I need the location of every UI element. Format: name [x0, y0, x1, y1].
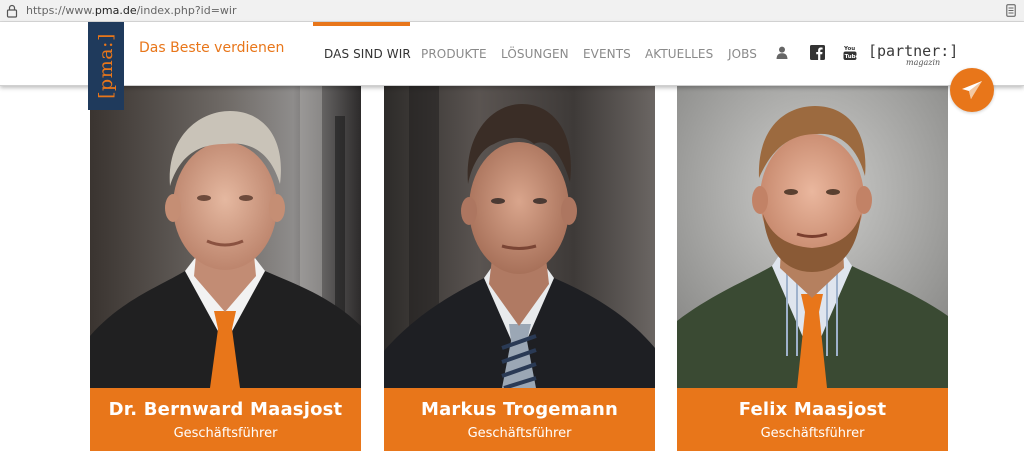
partner-magazin-sub: magazin	[906, 58, 941, 67]
team-card-1: Dr. Bernward Maasjost Geschäftsführer	[90, 86, 361, 451]
portrait-image-1	[90, 86, 361, 388]
portrait-image-2	[384, 86, 655, 388]
person-role: Geschäftsführer	[467, 426, 572, 441]
url-text[interactable]: https://www.pma.de/index.php?id=wir	[26, 4, 237, 17]
nav-jobs[interactable]: JOBS	[728, 47, 757, 61]
contact-send-button[interactable]	[950, 68, 994, 112]
caption-1: Dr. Bernward Maasjost Geschäftsführer	[90, 388, 361, 451]
nav-active-indicator	[313, 22, 410, 26]
portrait-photo-1	[90, 86, 361, 388]
person-role: Geschäftsführer	[760, 426, 865, 441]
portrait-image-3	[677, 86, 948, 388]
nav-das-sind-wir[interactable]: DAS SIND WIR	[324, 47, 411, 61]
person-name: Dr. Bernward Maasjost	[108, 399, 343, 420]
nav-aktuelles[interactable]: AKTUELLES	[645, 47, 713, 61]
logo-text: [pma:]	[95, 33, 118, 99]
browser-address-bar[interactable]: https://www.pma.de/index.php?id=wir	[0, 0, 1024, 22]
user-icon[interactable]	[776, 46, 788, 59]
tagline: Das Beste verdienen	[139, 40, 285, 56]
team-card-2: Markus Trogemann Geschäftsführer	[384, 86, 655, 451]
pma-logo[interactable]: [pma:]	[88, 22, 124, 110]
youtube-icon[interactable]: You Tube	[843, 44, 857, 61]
portrait-photo-2	[384, 86, 655, 388]
nav-produkte[interactable]: PRODUKTE	[421, 47, 487, 61]
nav-events[interactable]: EVENTS	[583, 47, 631, 61]
person-name: Felix Maasjost	[738, 399, 887, 420]
facebook-icon[interactable]	[810, 45, 825, 60]
svg-text:You: You	[843, 46, 855, 52]
svg-text:Tube: Tube	[845, 54, 857, 60]
caption-3: Felix Maasjost Geschäftsführer	[677, 388, 948, 451]
person-name: Markus Trogemann	[420, 399, 619, 420]
portrait-photo-3	[677, 86, 948, 388]
reader-view-icon[interactable]	[1006, 4, 1016, 17]
site-header: Das Beste verdienen DAS SIND WIR PRODUKT…	[0, 22, 1024, 86]
person-role: Geschäftsführer	[173, 426, 278, 441]
nav-loesungen[interactable]: LÖSUNGEN	[501, 47, 569, 61]
caption-2: Markus Trogemann Geschäftsführer	[384, 388, 655, 451]
team-card-3: Felix Maasjost Geschäftsführer	[677, 86, 948, 451]
paper-plane-icon	[962, 81, 982, 99]
lock-icon	[6, 4, 18, 18]
